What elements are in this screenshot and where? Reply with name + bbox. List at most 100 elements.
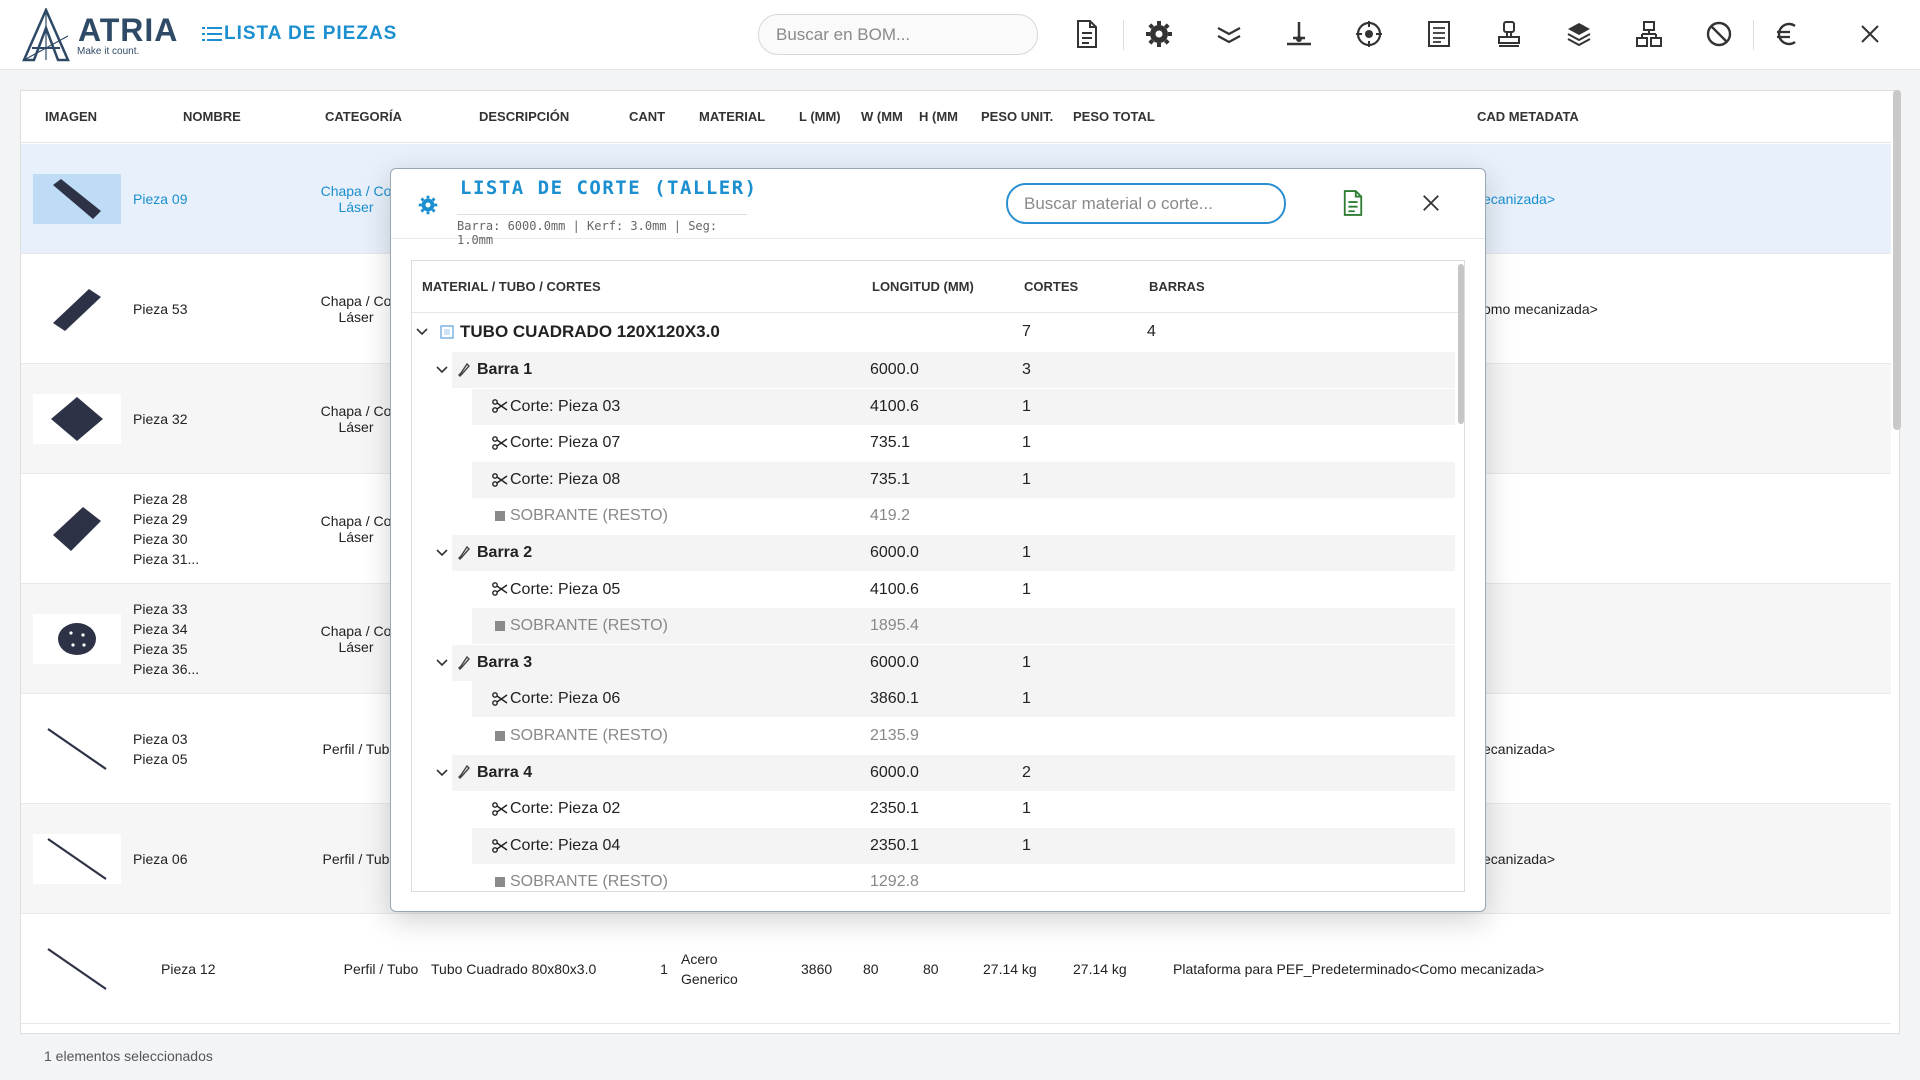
cuts-value: 1 [1022,434,1031,452]
cut-row[interactable]: Corte: Pieza 05 4100.6 1 [412,572,1455,608]
part-description: Tubo Cuadrado 80x80x3.0 [431,961,597,977]
part-category: Chapa / Co [320,183,392,199]
gear-cog-icon[interactable] [1142,17,1176,51]
column-header[interactable]: MATERIAL [699,91,799,143]
length-value: 6000.0 [870,361,919,378]
bar-row[interactable]: Barra 4 6000.0 2 [412,754,1455,791]
column-header[interactable]: CAD METADATA [1477,91,1637,143]
cuts-value: 2 [1022,763,1031,781]
expand-chevron-icon[interactable] [432,352,452,388]
chevrons-down-icon[interactable] [1212,17,1246,51]
column-header[interactable]: IMAGEN [45,91,135,143]
cuts-value: 1 [1022,653,1031,671]
remnant-square-icon [494,608,506,644]
part-name: Pieza 05 [133,751,188,767]
expand-chevron-icon[interactable] [432,535,452,571]
cancel-icon[interactable] [1702,17,1736,51]
page-title: LISTA DE PIEZAS [202,23,397,45]
table-header: IMAGEN NOMBRE CATEGORÍA DESCRIPCIÓN CANT… [21,91,1891,143]
weld-icon[interactable] [1282,17,1316,51]
column-header[interactable]: MATERIAL / TUBO / CORTES [422,261,601,313]
part-category: Chapa / Co [320,293,392,309]
target-icon[interactable] [1352,17,1386,51]
material-group-row[interactable]: TUBO CUADRADO 120X120X3.0 7 4 [412,314,1455,350]
bar-row[interactable]: Barra 3 6000.0 1 [412,644,1455,681]
layers-icon[interactable] [1562,17,1596,51]
cut-row[interactable]: Corte: Pieza 06 3860.1 1 [412,681,1455,718]
length-value: 2135.9 [870,727,919,744]
remnant-label: SOBRANTE (RESTO) [510,727,668,744]
column-header[interactable]: PESO TOTAL [1073,91,1183,143]
export-document-icon[interactable] [1336,186,1370,220]
column-header[interactable]: CORTES [1024,261,1078,313]
cut-label: Corte: Pieza 05 [510,580,621,598]
dialog-close-icon[interactable] [1414,186,1448,220]
table-scrollbar[interactable] [1893,90,1901,430]
column-header[interactable]: NOMBRE [183,91,283,143]
scissors-icon [492,828,508,864]
atria-logo-icon [22,8,70,62]
part-name: Pieza 34 [133,621,188,637]
cad-metadata: ecanizada> [1483,851,1556,867]
bom-search-input[interactable] [758,14,1038,55]
length-value: 2350.1 [870,836,919,854]
part-name: Pieza 12 [161,961,216,977]
dialog-title: LISTA DE CORTE (TALLER) [460,177,758,199]
column-header[interactable]: BARRAS [1149,261,1205,313]
document-icon[interactable] [1070,17,1104,51]
expand-chevron-icon[interactable] [412,314,432,350]
column-header[interactable]: DESCRIPCIÓN [479,91,619,143]
part-category-sub: Láser [338,639,374,655]
cuts-value: 1 [1022,836,1031,854]
column-header[interactable]: LONGITUD (MM) [872,261,974,313]
row-shade [452,754,1455,791]
cut-row[interactable]: Corte: Pieza 02 2350.1 1 [412,791,1455,827]
stamp-icon[interactable] [1492,17,1526,51]
hierarchy-icon[interactable] [1632,17,1666,51]
cut-list-scrollbar[interactable] [1458,264,1464,424]
scissors-icon [492,572,508,608]
expand-chevron-icon[interactable] [432,645,452,681]
status-bar-text: 1 elementos seleccionados [44,1048,213,1064]
scissors-icon [492,681,508,717]
remnant-row[interactable]: SOBRANTE (RESTO) 1895.4 [412,608,1455,645]
remnant-row[interactable]: SOBRANTE (RESTO) 1292.8 [412,864,1455,891]
column-header[interactable]: CANT [629,91,679,143]
bar-row[interactable]: Barra 1 6000.0 3 [412,352,1455,388]
euro-icon[interactable] [1770,17,1804,51]
cut-row[interactable]: Corte: Pieza 03 4100.6 1 [412,388,1455,425]
material-label: TUBO CUADRADO 120X120X3.0 [460,322,720,341]
dialog-subtitle: Barra: 6000.0mm | Kerf: 3.0mm | Seg: 1.0… [457,214,747,247]
cut-row[interactable]: Corte: Pieza 04 2350.1 1 [412,827,1455,864]
list-document-icon[interactable] [1422,17,1456,51]
column-header[interactable]: PESO UNIT. [981,91,1071,143]
part-thumbnail [33,504,121,554]
cog-icon [418,195,438,220]
bar-row[interactable]: Barra 2 6000.0 1 [412,535,1455,571]
cad-metadata: Plataforma para PEF_Predeterminado<Como … [1173,961,1545,977]
cut-row[interactable]: Corte: Pieza 07 735.1 1 [412,425,1455,461]
column-header[interactable]: H (MM [919,91,971,143]
cut-search-input[interactable] [1006,183,1286,224]
row-shade [452,644,1455,681]
cuts-value: 1 [1022,470,1031,488]
cut-label: Corte: Pieza 08 [510,470,621,488]
part-thumbnail [33,174,121,224]
scissors-icon [492,462,508,498]
part-name: Pieza 36... [133,661,200,677]
cut-label: Corte: Pieza 07 [510,434,621,452]
expand-chevron-icon[interactable] [432,755,452,791]
remnant-row[interactable]: SOBRANTE (RESTO) 2135.9 [412,718,1455,754]
column-header[interactable]: W (MM [861,91,913,143]
cut-row[interactable]: Corte: Pieza 08 735.1 1 [412,461,1455,498]
column-header[interactable]: CATEGORÍA [325,91,445,143]
part-name: Pieza 03 [133,731,188,747]
cut-label: Corte: Pieza 06 [510,690,621,708]
cut-list-tree: MATERIAL / TUBO / CORTES LONGITUD (MM) C… [411,260,1465,892]
part-name: Pieza 53 [133,301,188,317]
remnant-label: SOBRANTE (RESTO) [510,873,668,891]
close-icon[interactable] [1853,17,1887,51]
remnant-row[interactable]: SOBRANTE (RESTO) 419.2 [412,498,1455,534]
column-header[interactable]: L (MM) [799,91,867,143]
table-row[interactable]: Pieza 12 Perfil / Tubo Tubo Cuadrado 80x… [21,914,1891,1024]
